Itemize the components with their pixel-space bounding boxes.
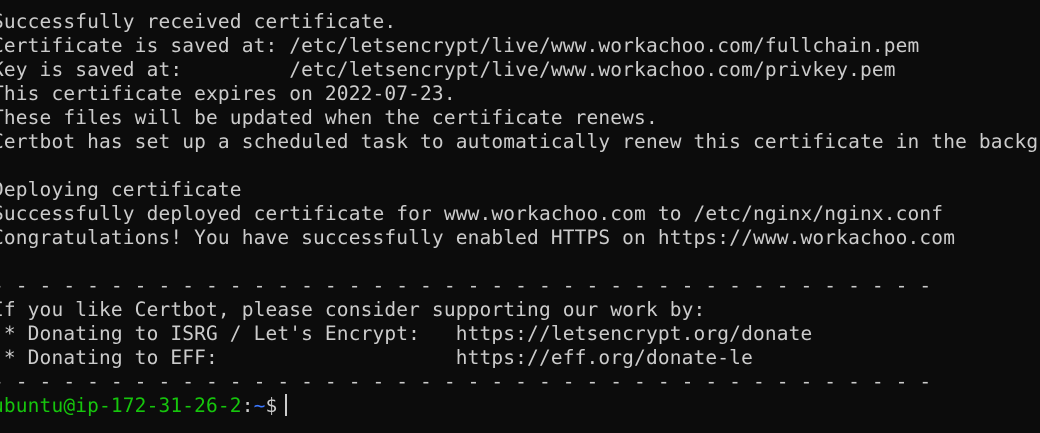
- prompt-user-host: ubuntu@ip-172-31-26-2: [0, 394, 242, 417]
- output-line: Deploying certificate: [0, 178, 242, 201]
- output-line: Certificate is saved at: /etc/letsencryp…: [0, 34, 920, 57]
- output-line: If you like Certbot, please consider sup…: [0, 298, 706, 321]
- divider-line: - - - - - - - - - - - - - - - - - - - - …: [0, 274, 932, 297]
- command-prompt[interactable]: ubuntu@ip-172-31-26-2:~$: [0, 394, 288, 418]
- prompt-path: ~: [253, 394, 266, 417]
- output-line: * Donating to ISRG / Let's Encrypt: http…: [0, 322, 813, 345]
- divider-line: - - - - - - - - - - - - - - - - - - - - …: [0, 370, 932, 393]
- output-line: Successfully deployed certificate for ww…: [0, 202, 944, 225]
- output-line: This certificate expires on 2022-07-23.: [0, 82, 456, 105]
- prompt-symbol: $: [265, 394, 278, 417]
- output-line: These files will be updated when the cer…: [0, 106, 658, 129]
- output-line: Key is saved at: /etc/letsencrypt/live/w…: [0, 58, 896, 81]
- prompt-separator: :: [241, 394, 254, 417]
- output-line: Successfully received certificate.: [0, 10, 397, 33]
- output-line: Congratulations! You have successfully e…: [0, 226, 956, 249]
- output-line: * Donating to EFF: https://eff.org/donat…: [0, 346, 753, 369]
- text-cursor[interactable]: [285, 394, 288, 416]
- output-line: Certbot has set up a scheduled task to a…: [0, 130, 1040, 153]
- terminal-window[interactable]: Successfully received certificate. Certi…: [0, 0, 1040, 433]
